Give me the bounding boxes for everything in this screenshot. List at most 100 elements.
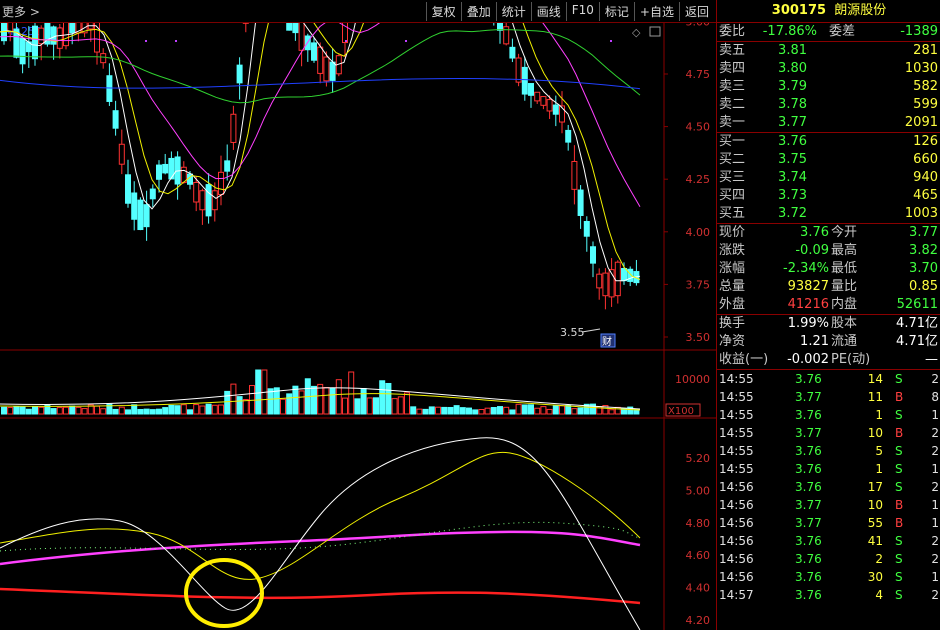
candle-body	[515, 57, 522, 83]
fund-value: —	[925, 352, 938, 367]
volume-bar	[416, 408, 423, 415]
tick-direction: S	[895, 480, 903, 494]
tick-row: 14:55 3.76 1 S 1	[717, 406, 940, 424]
toolbar-button-7[interactable]: 返回	[678, 2, 714, 21]
tick-row: 14:56 3.76 41 S 2	[717, 532, 940, 550]
stat-value: -0.09	[795, 243, 829, 258]
stat-value: 3.77	[909, 225, 938, 240]
tick-time: 14:56	[719, 552, 754, 566]
candle-body	[596, 273, 603, 289]
candle-body	[577, 189, 584, 216]
volume-bar	[125, 409, 131, 415]
indicator-tick-label: 4.60	[686, 549, 711, 562]
toolbar-button-4[interactable]: F10	[565, 2, 599, 21]
volume-bar	[7, 407, 14, 415]
tick-count: 2	[931, 426, 939, 440]
tick-count: 2	[931, 534, 939, 548]
toolbar-button-5[interactable]: 标记	[598, 2, 634, 21]
tick-count: 8	[931, 390, 939, 404]
tick-volume: 4	[875, 588, 883, 602]
bids-level: 买一 3.76 126	[717, 133, 940, 151]
stock-code: 300175	[771, 3, 827, 18]
volume-bar	[143, 408, 150, 415]
toolbar-button-2[interactable]: 统计	[495, 2, 531, 21]
tick-price: 3.76	[795, 408, 822, 422]
level-volume: 2091	[904, 115, 938, 130]
candle-body	[298, 23, 305, 51]
candle-body	[546, 99, 553, 112]
level-label: 买一	[719, 134, 746, 149]
tick-volume: 55	[867, 516, 883, 530]
more-menu-button[interactable]: 更多 >	[2, 3, 40, 20]
indicator-tick-label: 5.20	[686, 452, 711, 465]
candle-body	[156, 164, 162, 180]
kline-chart-area[interactable]: MA250 4.62◇6.005.755.505.255.004.754.504…	[0, 23, 716, 630]
tick-price: 3.76	[795, 480, 822, 494]
volume-bar	[503, 406, 510, 415]
stat-row: 总量 93827 量比 0.85	[717, 278, 940, 296]
toolbar-button-0[interactable]: 复权	[425, 2, 461, 21]
candle-body	[311, 42, 317, 61]
window-icon[interactable]	[649, 26, 661, 37]
diamond-icon[interactable]: ◇	[632, 26, 641, 39]
volume-bar	[484, 407, 491, 415]
volume-bar	[404, 392, 410, 415]
volume-bar	[1, 406, 7, 415]
candle-body	[32, 25, 38, 60]
stat-label: 内盘	[831, 297, 858, 312]
volume-bar	[205, 403, 212, 415]
tick-count: 1	[931, 570, 939, 584]
volume-bar	[552, 405, 559, 415]
volume-bar	[521, 404, 528, 415]
tick-volume: 17	[867, 480, 883, 494]
tick-time: 14:56	[719, 498, 754, 512]
candle-body	[236, 64, 243, 84]
tick-direction: S	[895, 444, 903, 458]
bids-level: 买二 3.75 660	[717, 151, 940, 169]
tick-time: 14:55	[719, 408, 754, 422]
toolbar-button-6[interactable]: +自选	[633, 2, 679, 21]
tick-price: 3.77	[795, 426, 822, 440]
fund-value: -0.002	[787, 352, 829, 367]
volume-bar	[360, 388, 367, 415]
volume-bar	[391, 398, 398, 415]
volume-bar	[447, 406, 454, 415]
tick-list[interactable]: 14:55 3.76 14 S 2 14:55 3.77 11 B 8 14:55 3.76 1 S 1 14…	[717, 370, 940, 604]
candle-body	[540, 96, 547, 106]
stat-label: 外盘	[719, 297, 746, 312]
volume-bar	[199, 405, 206, 415]
financial-report-label: 财	[602, 335, 612, 348]
candle-body	[528, 83, 534, 96]
volume-bar	[472, 409, 479, 415]
tick-volume: 11	[867, 390, 883, 404]
volume-bar	[317, 383, 324, 415]
level-volume: 599	[913, 97, 938, 112]
stat-value: -2.34%	[783, 261, 829, 276]
price-tick-label: 3.50	[686, 331, 711, 344]
volume-bar	[38, 406, 45, 415]
weicha-value: -1389	[900, 24, 938, 39]
tick-direction: B	[895, 498, 904, 512]
toolbar-button-1[interactable]: 叠加	[460, 2, 496, 21]
volume-bar	[242, 399, 249, 415]
tick-time: 14:56	[719, 516, 754, 530]
level-volume: 1003	[904, 206, 938, 221]
tick-time: 14:55	[719, 372, 754, 386]
stock-name: 朗源股份	[834, 3, 887, 18]
tick-time: 14:56	[719, 534, 754, 548]
low-price-label: 3.55	[560, 326, 585, 339]
volume-bar	[75, 406, 82, 415]
tick-count: 1	[931, 408, 939, 422]
candle-body	[143, 204, 150, 228]
level-volume: 582	[913, 79, 938, 94]
toolbar-button-3[interactable]: 画线	[530, 2, 566, 21]
level-price: 3.78	[778, 97, 807, 112]
volume-bar	[25, 408, 32, 415]
volume-bar	[267, 388, 274, 415]
volume-bar	[515, 403, 522, 415]
kline-chart[interactable]: MA250 4.62◇6.005.755.505.255.004.754.504…	[0, 23, 716, 630]
volume-bar	[478, 408, 485, 415]
fund-label: 换手	[719, 316, 746, 331]
volume-bar	[366, 397, 373, 415]
volume-bar	[156, 408, 162, 415]
